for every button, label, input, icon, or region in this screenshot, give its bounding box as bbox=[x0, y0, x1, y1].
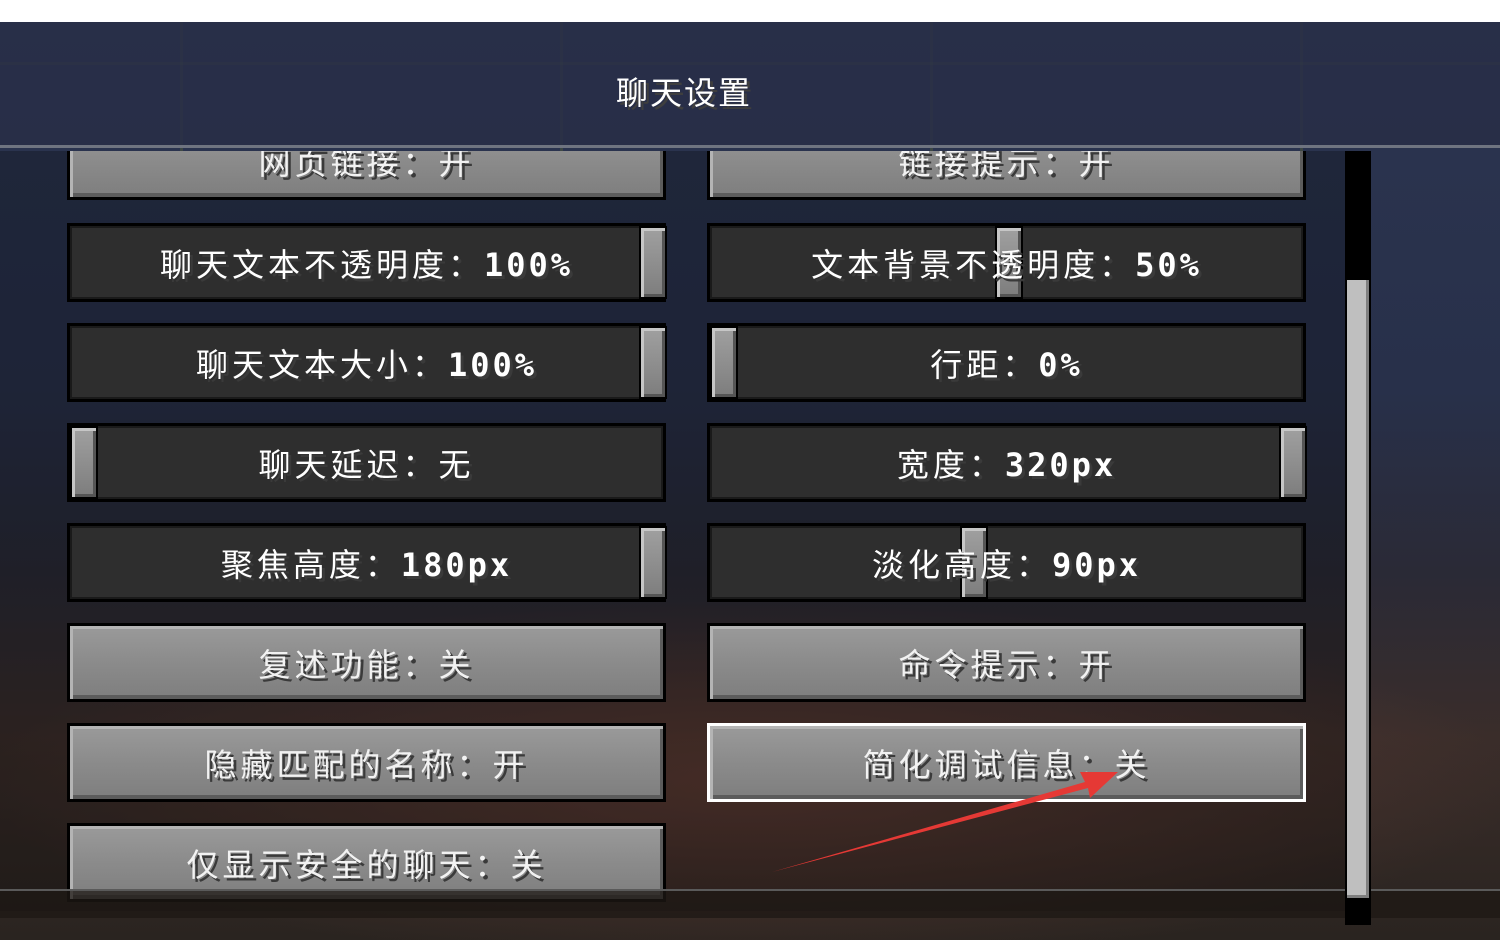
link-prompt-label: 链接提示：开 bbox=[898, 151, 1115, 182]
slider-handle[interactable] bbox=[710, 326, 738, 399]
focused-height-slider[interactable]: 聚焦高度：180px bbox=[67, 523, 667, 602]
title-bar: 聊天设置 bbox=[0, 22, 1500, 148]
slider-value: 50% bbox=[1135, 245, 1202, 284]
only-show-secure-chat-label: 仅显示安全的聊天：关 bbox=[186, 845, 547, 884]
slider-value: 100% bbox=[447, 345, 538, 384]
command-suggestions-label: 命令提示：开 bbox=[898, 645, 1115, 684]
hide-matched-names-button[interactable]: 隐藏匹配的名称：开 bbox=[67, 723, 666, 802]
slider-handle[interactable] bbox=[639, 326, 667, 399]
slider-value: 90px bbox=[1051, 545, 1142, 584]
command-suggestions-button[interactable]: 命令提示：开 bbox=[707, 623, 1306, 702]
slider-value: 0% bbox=[1038, 345, 1083, 384]
slider-label: 聊天文本大小： bbox=[195, 345, 448, 384]
text-background-opacity-slider[interactable]: 文本背景不透明度：50% bbox=[707, 223, 1306, 302]
slider-handle[interactable] bbox=[639, 526, 667, 599]
slider-handle[interactable] bbox=[639, 226, 667, 299]
hide-matched-names-label: 隐藏匹配的名称：开 bbox=[204, 745, 529, 784]
slider-value: 100% bbox=[483, 245, 574, 284]
web-links-label: 网页链接：开 bbox=[258, 151, 475, 182]
link-prompt-button[interactable]: 链接提示：开 bbox=[707, 151, 1306, 200]
slider-label: 文本背景不透明度： bbox=[811, 245, 1136, 284]
narrator-button[interactable]: 复述功能：关 bbox=[67, 623, 666, 702]
slider-label: 行距： bbox=[930, 345, 1039, 384]
scrollbar-thumb[interactable] bbox=[1347, 280, 1369, 898]
narrator-label: 复述功能：关 bbox=[258, 645, 475, 684]
slider-label: 宽度： bbox=[896, 445, 1005, 484]
reduced-debug-info-label: 简化调试信息：关 bbox=[862, 745, 1151, 784]
slider-value: 320px bbox=[1004, 445, 1117, 484]
chat-delay-slider[interactable]: 聊天延迟：无 bbox=[67, 423, 666, 502]
slider-label: 聚焦高度： bbox=[220, 545, 401, 584]
slider-label: 聊天延迟：无 bbox=[258, 445, 475, 484]
options-list[interactable]: 网页链接：开 链接提示：开 聊天文本不透明度：100% 文本背景不透明度：50%… bbox=[0, 151, 1368, 909]
slider-value: 180px bbox=[400, 545, 513, 584]
footer-strip bbox=[0, 889, 1500, 918]
reduced-debug-info-button[interactable]: 简化调试信息：关 bbox=[707, 723, 1306, 802]
chat-text-opacity-slider[interactable]: 聊天文本不透明度：100% bbox=[67, 223, 667, 302]
slider-handle[interactable] bbox=[70, 426, 98, 499]
web-links-button[interactable]: 网页链接：开 bbox=[67, 151, 666, 200]
line-spacing-slider[interactable]: 行距：0% bbox=[707, 323, 1306, 402]
slider-handle[interactable] bbox=[1279, 426, 1307, 499]
unfocused-height-slider[interactable]: 淡化高度：90px bbox=[707, 523, 1306, 602]
slider-label: 淡化高度： bbox=[871, 545, 1052, 584]
chat-text-size-slider[interactable]: 聊天文本大小：100% bbox=[67, 323, 667, 402]
slider-label: 聊天文本不透明度： bbox=[159, 245, 484, 284]
screen-title: 聊天设置 bbox=[615, 74, 752, 112]
chat-width-slider[interactable]: 宽度：320px bbox=[707, 423, 1307, 502]
